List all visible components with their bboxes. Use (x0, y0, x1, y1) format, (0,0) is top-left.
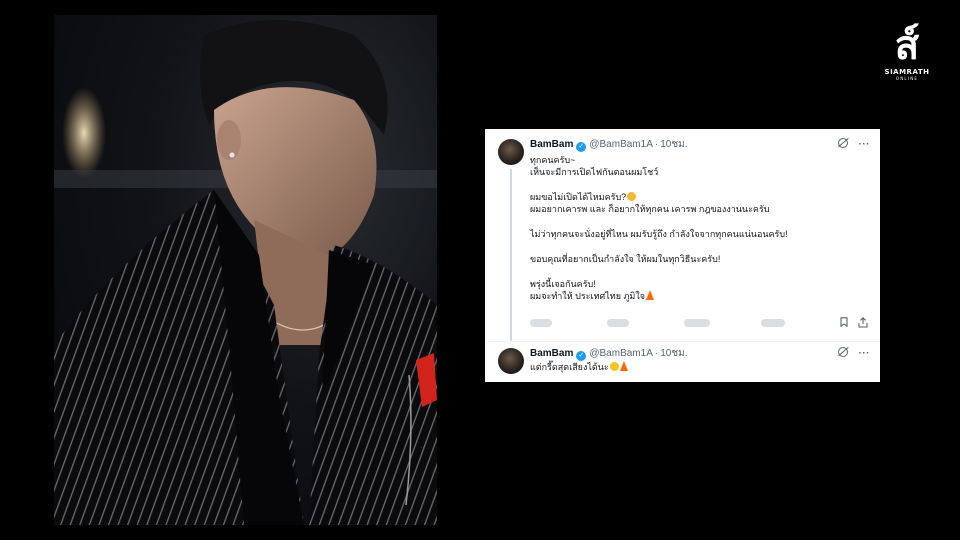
person-photo (54, 20, 437, 525)
siamrath-logo: ส์ SIAMRATH ONLINE (872, 24, 942, 86)
view-count-blurred[interactable] (761, 319, 785, 327)
verified-badge-icon: ✓ (576, 142, 587, 152)
tweet-text: แต่กรี๊ดสุดเสียงได้นะ (530, 361, 865, 373)
retweet-count-blurred[interactable] (607, 319, 629, 327)
timestamp[interactable]: 10ชม. (660, 139, 687, 150)
tweet-line: ผมจะทำให้ ประเทศไทย ภูมิใจ (530, 290, 865, 302)
tweet-actions (530, 316, 870, 330)
separator: · (654, 139, 659, 150)
verified-badge-icon: ✓ (576, 351, 587, 361)
display-name[interactable]: BamBam (530, 139, 573, 150)
avatar[interactable] (498, 139, 524, 165)
timestamp[interactable]: 10ชม. (660, 348, 687, 359)
tweet-line: ผมอยากเคารพ และ ก็อยากให้ทุกคน เคารพ กฎข… (530, 204, 770, 214)
like-count-blurred[interactable] (684, 319, 710, 327)
avatar[interactable] (498, 348, 524, 374)
more-icon[interactable]: ··· (859, 348, 871, 359)
tweet-line: ทุกคนครับ~ (530, 155, 576, 165)
tweet-text: ทุกคนครับ~ เห็นจะมีการเปิดไฟกันตอนผมโชว์… (530, 154, 865, 302)
bookmark-icon[interactable] (840, 317, 848, 327)
more-icon[interactable]: ··· (859, 139, 871, 150)
tweet-top-actions: ··· (830, 138, 870, 152)
grok-icon[interactable] (837, 347, 848, 357)
tweet-line: ไม่ว่าทุกคนจะนั่งอยู่ที่ไหน ผมรับรู้ถึง … (530, 229, 788, 239)
tweet[interactable]: BamBam ✓ @BamBam1A · 10ชม. ··· แต่กรี๊ดสุดเส… (485, 341, 880, 383)
logo-line-1: SIAMRATH (884, 68, 930, 76)
handle[interactable]: @BamBam1A (589, 348, 653, 359)
blush-emoji-icon (627, 192, 637, 201)
logo-mark: ส์ (894, 22, 920, 69)
tweet-line: เห็นจะมีการเปิดไฟกันตอนผมโชว์ (530, 167, 659, 177)
handle[interactable]: @BamBam1A (589, 139, 653, 150)
grok-icon[interactable] (837, 138, 848, 148)
tweet-thread-card: BamBam ✓ @BamBam1A · 10ชม. ··· ทุกคนครับ~ เห… (485, 129, 880, 382)
fire-emoji-icon (619, 361, 628, 371)
tweet[interactable]: BamBam ✓ @BamBam1A · 10ชม. ··· ทุกคนครับ~ เห… (485, 129, 880, 341)
tweet-line: ผมขอไม่เปิดได้ไหมครับ? (530, 191, 865, 203)
tweet-line: แต่กรี๊ดสุดเสียงได้นะ (530, 361, 865, 373)
separator: · (654, 348, 659, 359)
logo-line-2: ONLINE (895, 76, 919, 81)
thread-connector (510, 169, 512, 341)
tweet-line: พรุ่งนี้เจอกันครับ! (530, 279, 596, 289)
tweet-header: BamBam ✓ @BamBam1A · 10ชม. (530, 347, 688, 361)
display-name[interactable]: BamBam (530, 348, 573, 359)
reply-count-blurred[interactable] (530, 319, 552, 327)
tweet-top-actions: ··· (830, 347, 870, 361)
share-icon[interactable] (858, 317, 868, 328)
tweet-header: BamBam ✓ @BamBam1A · 10ชม. (530, 138, 688, 152)
thinking-emoji-icon (609, 362, 619, 371)
artist-photo (54, 15, 437, 525)
fire-emoji-icon (646, 290, 654, 300)
tweet-line: ขอบคุณที่อยากเป็นกำลังใจ ให้ผมในทุกวิธีน… (530, 254, 721, 264)
